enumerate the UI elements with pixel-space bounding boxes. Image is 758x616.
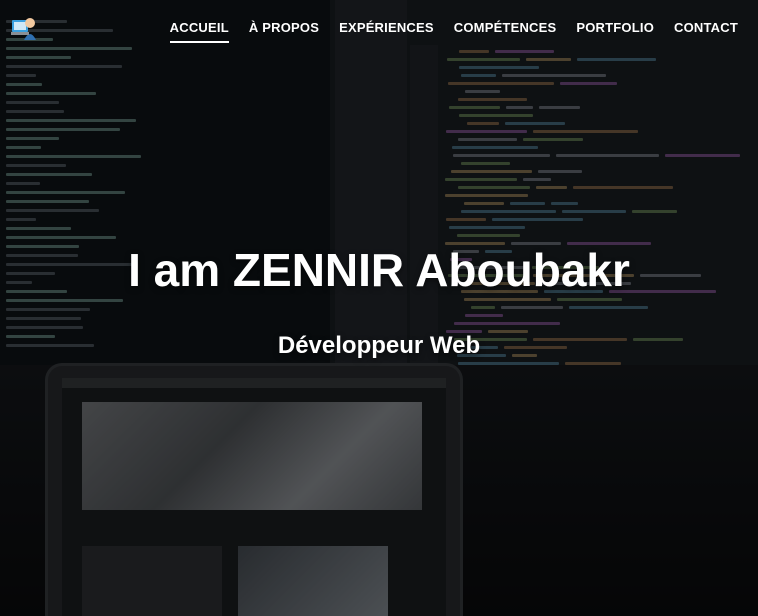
developer-avatar-icon[interactable] xyxy=(10,14,38,42)
nav-item-portfolio[interactable]: PORTFOLIO xyxy=(566,20,664,36)
nav-item-experiences[interactable]: EXPÉRIENCES xyxy=(329,20,444,36)
nav-item-a-propos[interactable]: À PROPOS xyxy=(239,20,329,36)
hero-subtitle: Développeur Web xyxy=(277,332,481,359)
nav-item-accueil[interactable]: ACCUEIL xyxy=(160,20,239,43)
nav-item-contact[interactable]: CONTACT xyxy=(664,20,748,36)
nav-item-competences[interactable]: COMPÉTENCES xyxy=(444,20,567,36)
hero-title: I am ZENNIR Aboubakr xyxy=(128,244,630,296)
dark-overlay xyxy=(0,0,758,616)
main-nav: ACCUEIL À PROPOS EXPÉRIENCES COMPÉTENCES… xyxy=(160,20,748,43)
hero-background xyxy=(0,0,758,616)
